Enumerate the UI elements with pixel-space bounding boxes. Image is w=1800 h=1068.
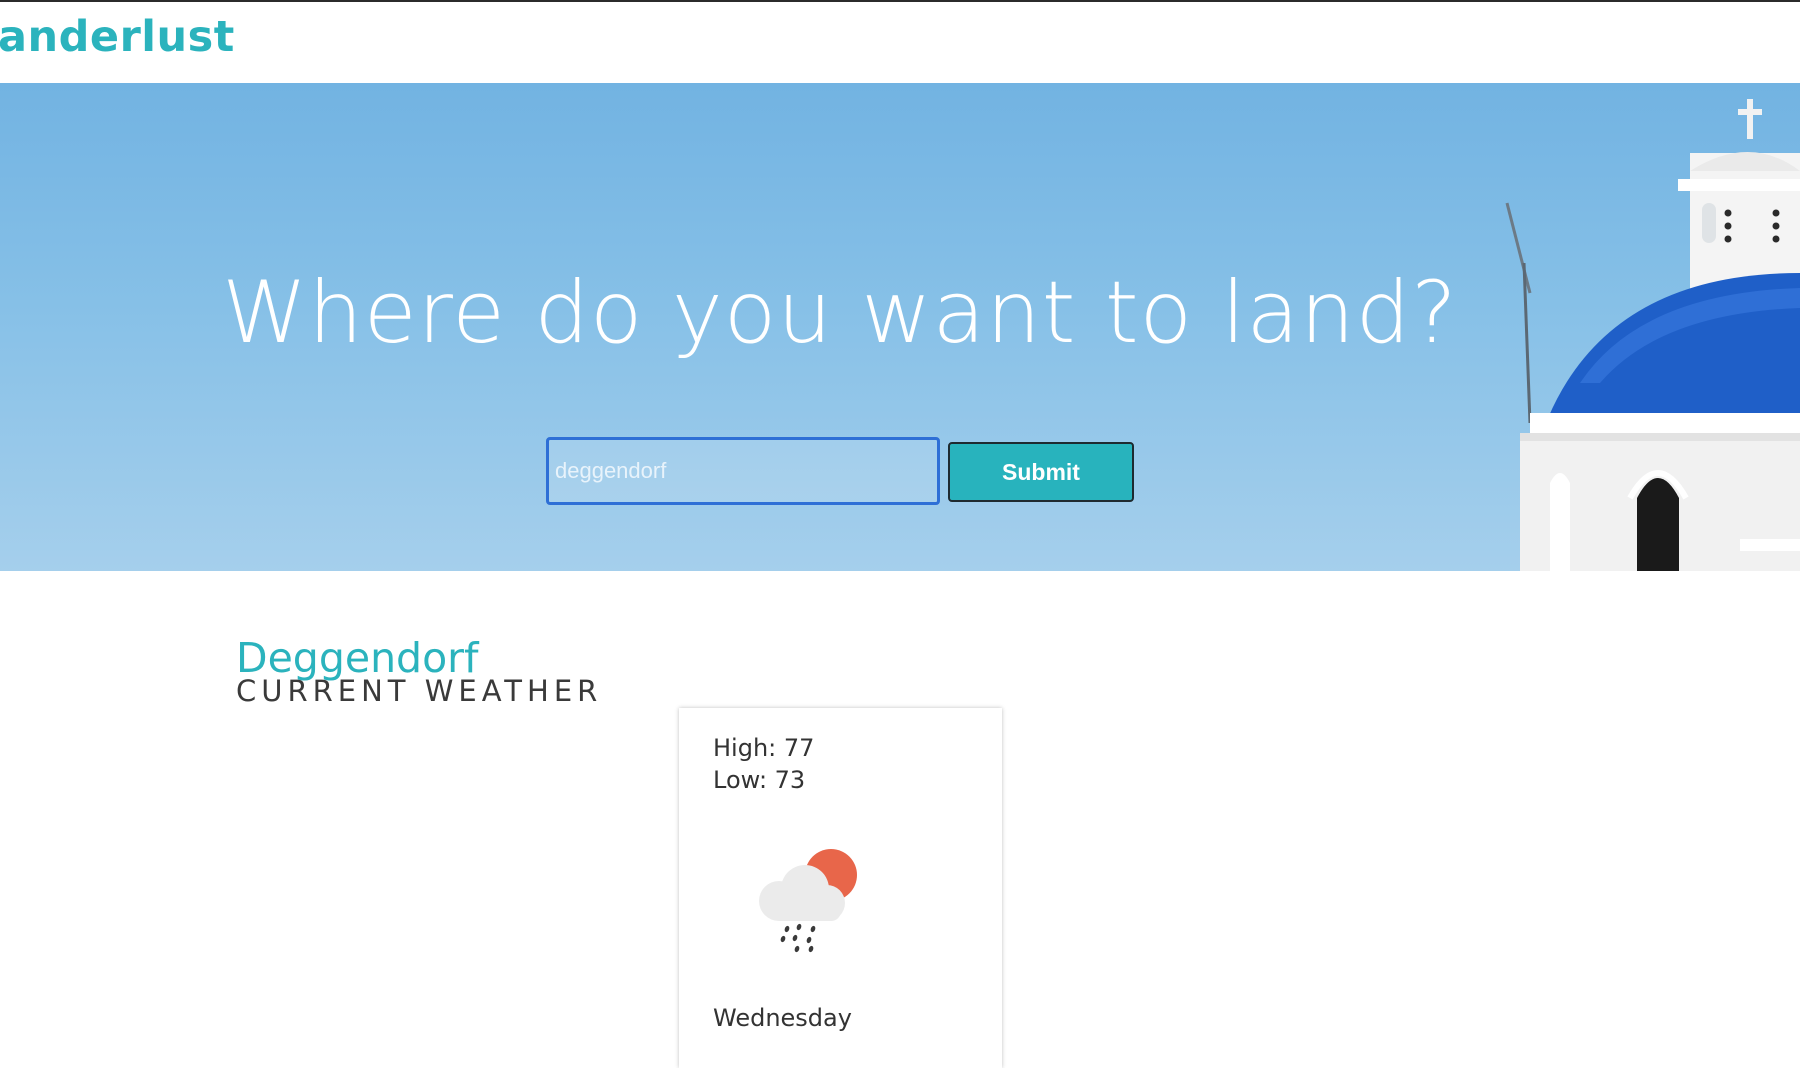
hero-title: Where do you want to land? (222, 263, 1458, 363)
site-logo[interactable]: anderlust (0, 12, 235, 62)
high-temperature: High: 77 (713, 734, 815, 762)
current-weather-label: CURRENT WEATHER (236, 674, 603, 708)
submit-button[interactable]: Submit (948, 442, 1134, 502)
site-header: anderlust (0, 2, 1800, 83)
city-search-input[interactable] (546, 437, 940, 505)
weather-card: High: 77 Low: 73 Wednesday (679, 708, 1002, 1068)
rain-cloud-sun-icon (759, 849, 857, 953)
forecast-day: Wednesday (713, 1004, 852, 1032)
low-temperature: Low: 73 (713, 766, 806, 794)
hero-banner: Where do you want to land? Submit (0, 83, 1800, 571)
